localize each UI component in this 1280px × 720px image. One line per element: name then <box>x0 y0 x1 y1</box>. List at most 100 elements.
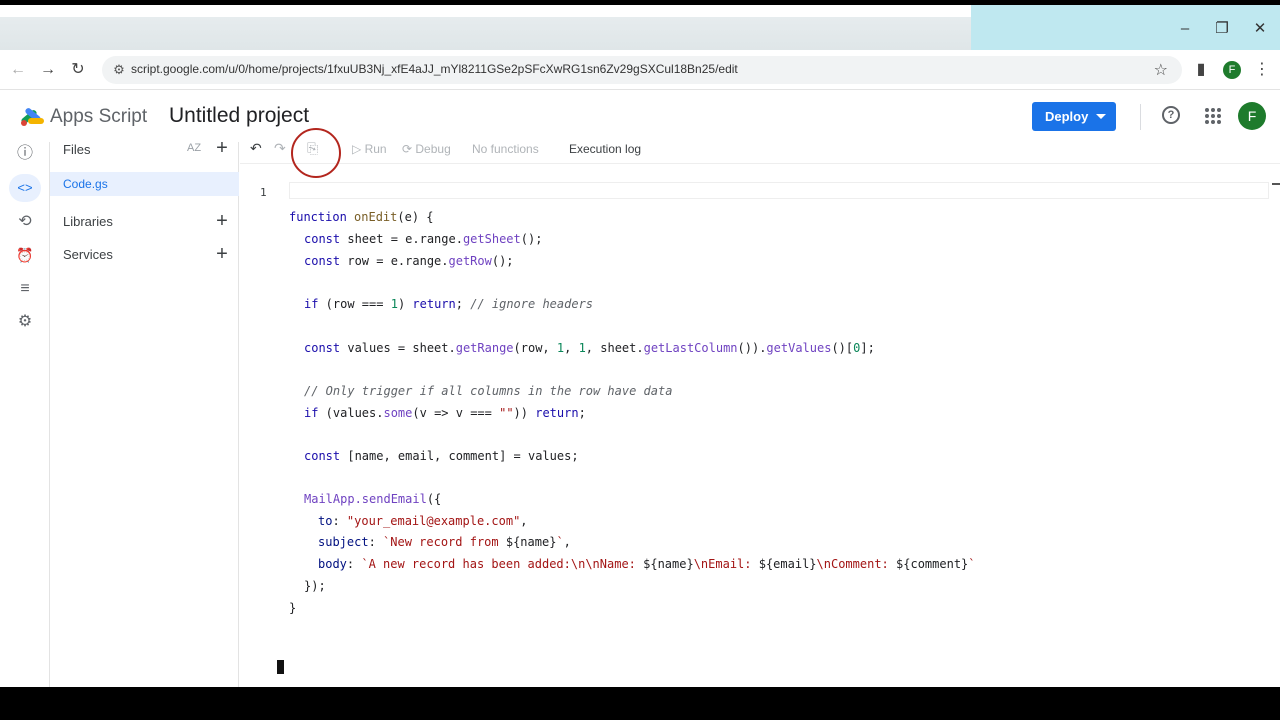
code-line: const sheet = e.range.getSheet(); <box>304 232 542 250</box>
bookmark-star-icon[interactable]: ☆ <box>1154 60 1168 80</box>
add-service-plus-icon[interactable]: + <box>213 244 231 264</box>
code-token: , <box>563 535 571 549</box>
code-line: const row = e.range.getRow(); <box>304 254 514 272</box>
code-token: (v => v === <box>412 406 500 420</box>
debug-button[interactable]: ⟳ Debug <box>402 142 451 156</box>
debug-label: Debug <box>415 142 451 156</box>
project-title[interactable]: Untitled project <box>169 104 309 128</box>
code-line: if (values.some(v => v === "")) return; <box>304 406 586 424</box>
code-token: "" <box>499 406 514 420</box>
code-line: const [name, email, comment] = values; <box>304 449 579 467</box>
help-icon[interactable]: ? <box>1162 106 1180 124</box>
user-avatar[interactable]: F <box>1238 102 1266 130</box>
code-token: (); <box>491 254 514 268</box>
history-icon[interactable]: ⟲ <box>9 208 41 236</box>
forward-icon[interactable]: → <box>37 59 59 81</box>
code-token: : <box>332 514 347 528</box>
add-file-plus-icon[interactable]: + <box>213 138 231 158</box>
sort-az-icon[interactable]: AZ <box>187 142 201 154</box>
deploy-button[interactable]: Deploy <box>1032 102 1116 131</box>
code-token: getLastColumn <box>643 341 738 355</box>
code-token: if <box>304 297 319 311</box>
code-token: "your_email@example.com" <box>346 514 521 528</box>
side-panel-icon[interactable]: ▮ <box>1190 59 1212 81</box>
restore-icon[interactable]: ❐ <box>1207 19 1237 39</box>
browser-menu-icon[interactable]: ⋮ <box>1251 59 1273 81</box>
code-token: ()). <box>737 341 767 355</box>
code-token: ({ <box>426 492 442 506</box>
run-button[interactable]: ▷ Run <box>352 142 387 156</box>
profile-avatar[interactable]: F <box>1223 61 1241 79</box>
chevron-down-icon <box>1096 114 1106 119</box>
code-token: (row === <box>318 297 391 311</box>
code-token: ${comment} <box>896 557 969 571</box>
code-token: ; <box>455 297 471 311</box>
files-heading: Files <box>63 142 91 157</box>
apps-script-logo-icon <box>21 108 44 126</box>
code-token: ]; <box>860 341 875 355</box>
reload-icon[interactable]: ↻ <box>67 59 89 81</box>
code-token: const <box>304 232 341 246</box>
current-line-highlight <box>289 182 1269 199</box>
services-label: Services <box>63 247 113 262</box>
code-token: ` <box>968 557 976 571</box>
line-number: 1 <box>260 186 267 199</box>
close-icon[interactable]: ✕ <box>1245 19 1275 39</box>
code-token: `A new record has been added:\n\nName: <box>361 557 644 571</box>
code-token: (row, <box>513 341 557 355</box>
code-token: \nComment: <box>816 557 897 571</box>
code-token: return <box>535 406 579 420</box>
code-token: ${name} <box>505 535 557 549</box>
address-bar[interactable]: ⚙ script.google.com/u/0/home/projects/1f… <box>102 56 1182 84</box>
code-token: (values. <box>318 406 384 420</box>
code-line: to: "your_email@example.com", <box>318 514 528 532</box>
code-token: body <box>318 557 347 571</box>
code-comment: // ignore headers <box>470 297 594 311</box>
code-token: getRange <box>455 341 514 355</box>
file-item-code-gs[interactable]: Code.gs <box>50 172 239 196</box>
add-library-plus-icon[interactable]: + <box>213 211 231 231</box>
code-token: const <box>304 341 341 355</box>
execution-log-button[interactable]: Execution log <box>569 142 641 156</box>
deploy-label: Deploy <box>1045 109 1089 124</box>
code-line: if (row === 1) return; // ignore headers <box>304 297 593 315</box>
code-editor-area: ↶ ↷ ⎘ ▷ Run ⟳ Debug No functions Executi… <box>240 128 1280 687</box>
highlight-circle-annotation <box>291 128 341 178</box>
run-label: Run <box>364 142 387 156</box>
undo-icon[interactable]: ↶ <box>250 140 262 157</box>
active-tab[interactable] <box>0 5 971 17</box>
file-name: Code.gs <box>63 177 108 191</box>
executions-icon[interactable]: ≡ <box>9 275 41 303</box>
left-nav-rail: ⓘ <> ⟲ ⏰ ≡ ⚙ <box>0 142 50 687</box>
code-line: }); <box>304 579 326 597</box>
url-text[interactable]: script.google.com/u/0/home/projects/1fxu… <box>131 62 738 76</box>
code-token: some <box>383 406 413 420</box>
redo-icon[interactable]: ↷ <box>274 140 286 157</box>
settings-gear-icon[interactable]: ⚙ <box>9 308 41 336</box>
code-token: , sheet. <box>585 341 644 355</box>
minimize-icon[interactable]: – <box>1170 19 1200 39</box>
editor-icon[interactable]: <> <box>9 174 41 202</box>
code-token: getRow <box>448 254 492 268</box>
code-token: if <box>304 406 319 420</box>
code-token: sheet = e.range. <box>340 232 463 246</box>
code-token: )) <box>513 406 536 420</box>
code-token: values = sheet. <box>340 341 456 355</box>
back-icon[interactable]: ← <box>7 59 29 81</box>
code-token: const <box>304 449 341 463</box>
code-token: : <box>346 557 362 571</box>
product-name[interactable]: Apps Script <box>50 106 147 128</box>
triggers-alarm-icon[interactable]: ⏰ <box>9 241 41 269</box>
scrollbar-marker[interactable] <box>1272 183 1280 185</box>
site-settings-icon[interactable]: ⚙ <box>110 61 128 79</box>
code-line: subject: `New record from ${name}`, <box>318 535 571 553</box>
code-token: ) <box>397 297 413 311</box>
code-token: [name, email, comment] = values; <box>340 449 579 463</box>
editor-toolbar: ↶ ↷ ⎘ ▷ Run ⟳ Debug No functions Executi… <box>240 128 1280 178</box>
code-token: } <box>289 601 297 615</box>
google-apps-icon[interactable] <box>1203 106 1223 126</box>
overview-icon[interactable]: ⓘ <box>9 140 41 168</box>
browser-toolbar: ← → ↻ ⚙ script.google.com/u/0/home/proje… <box>0 50 1280 90</box>
function-select[interactable]: No functions <box>472 142 539 156</box>
code-token: : <box>368 535 384 549</box>
